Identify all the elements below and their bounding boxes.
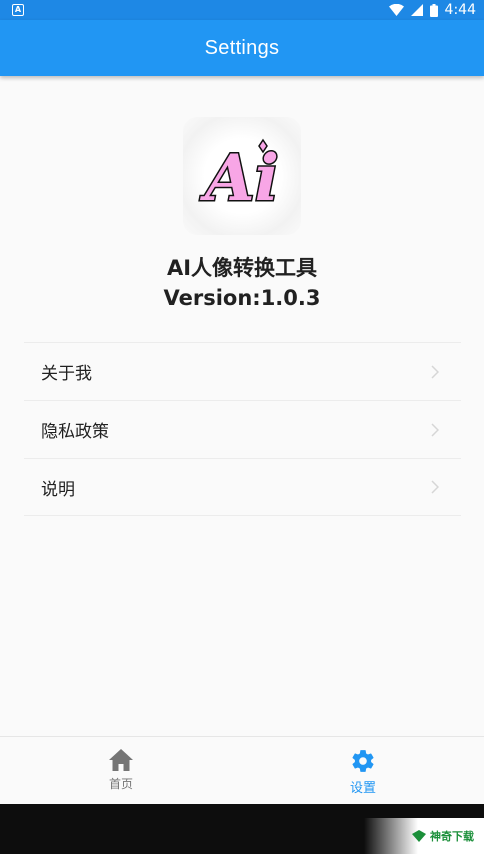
chevron-right-icon — [431, 480, 439, 494]
chevron-right-icon — [431, 422, 439, 437]
watermark-logo-icon — [412, 830, 426, 842]
app-version: Version:1.0.3 — [163, 286, 321, 310]
gear-icon — [352, 750, 374, 772]
app-name: AI人像转换工具 — [166, 256, 318, 280]
watermark: 神奇下载 — [364, 818, 484, 854]
menu-item-instructions[interactable]: 说明 — [24, 458, 461, 516]
app-logo: Ai — [183, 117, 301, 235]
battery-icon — [429, 3, 438, 17]
status-bar: A 4:44 — [0, 0, 484, 20]
menu-item-label: 说明 — [41, 479, 75, 500]
notification-icon: A — [12, 4, 24, 16]
watermark-text: 神奇下载 — [430, 830, 474, 843]
app-bar: Settings — [0, 20, 484, 76]
bottom-navigation: 首页 设置 — [0, 736, 484, 804]
nav-label-home: 首页 — [108, 777, 133, 791]
home-icon — [109, 749, 133, 771]
status-time: 4:44 — [444, 2, 476, 18]
chevron-right-icon — [431, 364, 439, 379]
menu-item-label: 关于我 — [41, 364, 92, 384]
menu-item-label: 隐私政策 — [41, 422, 109, 442]
signal-icon — [410, 4, 423, 16]
settings-menu: 关于我 隐私政策 说明 — [24, 342, 461, 516]
nav-item-settings[interactable]: 设置 — [242, 737, 484, 804]
svg-text:Ai: Ai — [200, 141, 279, 216]
nav-label-settings: 设置 — [349, 781, 376, 796]
page-title: Settings — [204, 36, 280, 59]
nav-item-home[interactable]: 首页 — [0, 737, 242, 804]
wifi-icon — [388, 4, 404, 16]
settings-screen: A 4:44 Settings Ai AI人像转换工具 Version:1.0.… — [0, 0, 484, 854]
menu-item-about-me[interactable]: 关于我 — [24, 342, 461, 400]
ai-logo-icon: Ai — [199, 138, 280, 216]
menu-item-privacy-policy[interactable]: 隐私政策 — [24, 400, 461, 458]
